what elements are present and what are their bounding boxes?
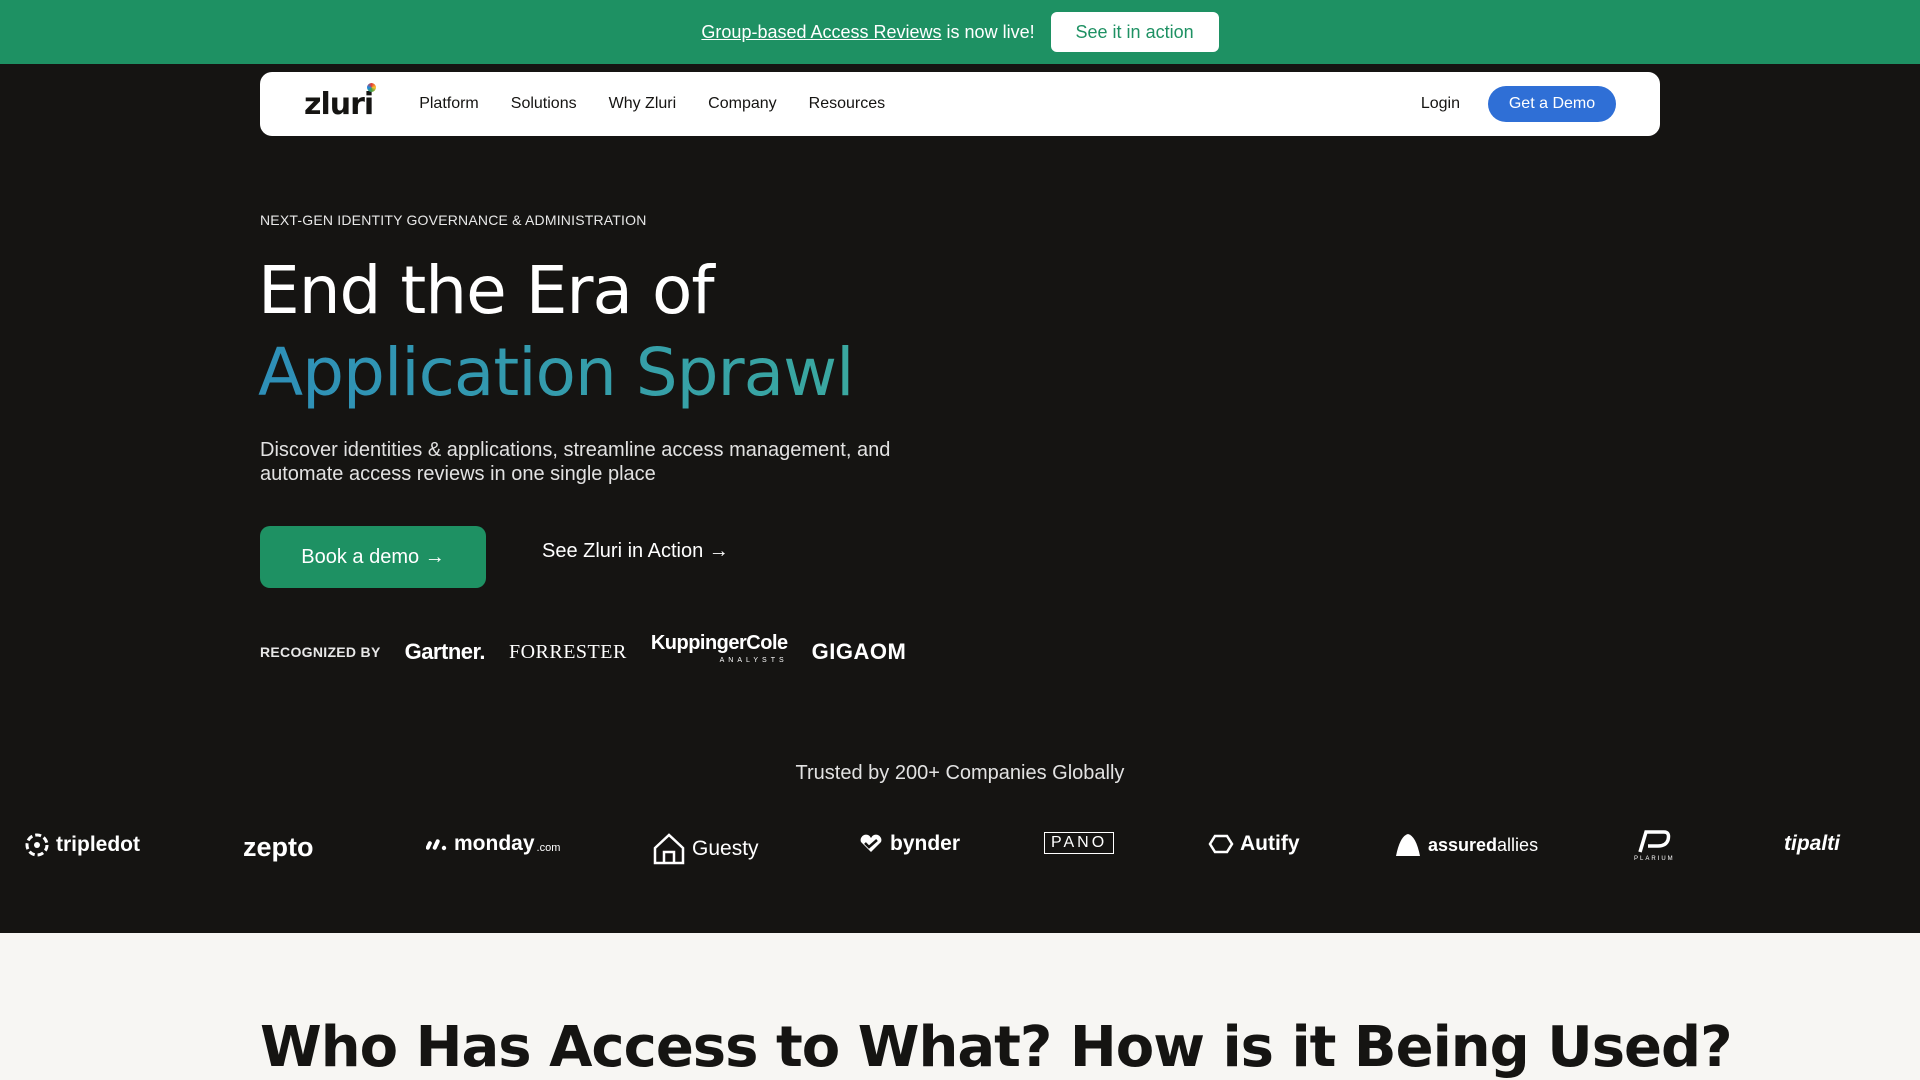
client-name: assured — [1428, 834, 1498, 855]
access-section-title: Who Has Access to What? How is it Being … — [260, 1015, 1733, 1080]
gigaom-logo: GIGAOM — [811, 639, 907, 664]
zluri-logo[interactable]: zluri — [304, 82, 377, 122]
client-monday: monday .com — [426, 832, 560, 856]
nav-link-platform[interactable]: Platform — [419, 95, 479, 113]
gartner-logo: Gartner. — [404, 639, 486, 664]
announcement-bar: Group-based Access Reviews is now live! … — [0, 0, 1920, 64]
announcement-suffix: is now live! — [946, 21, 1035, 42]
nav-link-why-zluri[interactable]: Why Zluri — [609, 95, 677, 113]
bynder-heart-icon — [860, 834, 882, 852]
client-name: zepto — [243, 832, 314, 862]
announcement-link[interactable]: Group-based Access Reviews — [701, 22, 941, 42]
announcement-text: Group-based Access Reviews is now live! — [701, 22, 1034, 43]
get-a-demo-button[interactable]: Get a Demo — [1488, 86, 1616, 122]
kuppingercole-wordmark: KuppingerCole — [650, 632, 788, 654]
login-link[interactable]: Login — [1421, 95, 1460, 113]
access-section: Who Has Access to What? How is it Being … — [0, 933, 1920, 1080]
nav-actions: Login Get a Demo — [1421, 86, 1616, 122]
client-name: tripledot — [56, 833, 140, 856]
nav-link-company[interactable]: Company — [708, 95, 776, 113]
main-nav: zluri Platform Solutions Why Zluri Compa… — [260, 72, 1660, 136]
client-name: PLARIUM — [1634, 856, 1675, 862]
autify-icon — [1208, 834, 1234, 854]
client-tripledot: tripledot — [24, 832, 140, 858]
monday-icon — [426, 839, 447, 851]
client-autify: Autify — [1208, 832, 1300, 856]
client-name-suffix: allies — [1497, 834, 1539, 855]
see-it-in-action-button[interactable]: See it in action — [1050, 12, 1219, 52]
client-name: PANO — [1044, 832, 1115, 854]
assuredallies-icon — [1396, 834, 1420, 856]
house-icon — [653, 833, 685, 865]
recognized-by-row: RECOGNIZED BY Gartner. FORRESTER Kupping… — [260, 632, 907, 670]
forrester-logo: FORRESTER — [508, 640, 627, 663]
see-zluri-in-action-link[interactable]: See Zluri in Action → — [542, 540, 729, 563]
nav-link-resources[interactable]: Resources — [809, 95, 885, 113]
client-name: tipalti — [1784, 832, 1840, 855]
client-zepto: zepto — [243, 832, 314, 863]
client-name: Guesty — [692, 837, 759, 860]
client-guesty: Guesty — [652, 832, 759, 866]
client-plarium: PLARIUM — [1634, 828, 1675, 862]
hero-eyebrow: NEXT-GEN IDENTITY GOVERNANCE & ADMINISTR… — [260, 212, 647, 228]
trusted-heading: Trusted by 200+ Companies Globally — [795, 762, 1125, 784]
kuppingercole-logo: KuppingerCole ANALYSTS — [650, 632, 788, 670]
client-domain: .com — [536, 842, 561, 854]
client-tipalti: tipalti — [1784, 832, 1840, 856]
hero-title-line1: End the Era of — [258, 252, 715, 329]
nav-links: Platform Solutions Why Zluri Company Res… — [419, 95, 885, 113]
logo-dot-icon — [367, 82, 377, 92]
kuppingercole-tagline: ANALYSTS — [719, 657, 788, 664]
logo-text: zluri — [304, 86, 374, 122]
tripledot-icon — [25, 833, 49, 857]
client-name: Autify — [1240, 832, 1300, 855]
client-logo-row: tripledot zepto monday .com Guesty bynder… — [0, 820, 1920, 876]
book-a-demo-button[interactable]: Book a demo → — [260, 526, 486, 588]
client-pano: PANO — [1044, 832, 1115, 854]
client-bynder: bynder — [858, 832, 960, 856]
client-name: bynder — [890, 832, 961, 855]
client-assuredallies: assured allies — [1394, 832, 1538, 858]
hero-title: End the Era of Application Sprawl — [258, 250, 854, 414]
hero-subtitle: Discover identities & applications, stre… — [260, 439, 891, 485]
nav-link-solutions[interactable]: Solutions — [511, 95, 577, 113]
recognized-by-label: RECOGNIZED BY — [260, 644, 381, 660]
hero-title-line2: Application Sprawl — [258, 332, 854, 414]
client-name: monday — [454, 832, 535, 855]
plarium-icon — [1638, 830, 1671, 853]
